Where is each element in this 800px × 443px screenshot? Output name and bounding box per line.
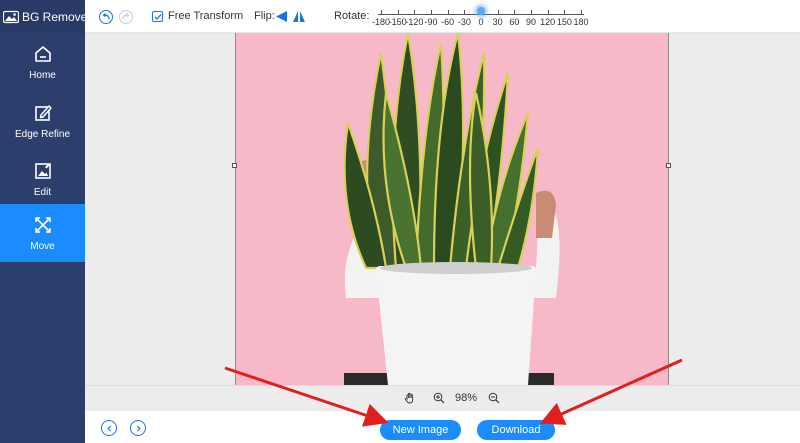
rotate-tick: [581, 10, 582, 14]
rotate-tick-label: 90: [525, 17, 537, 27]
free-transform-label: Free Transform: [168, 10, 244, 22]
rotate-tick-label: 150: [556, 17, 572, 27]
sidebar-item-move[interactable]: Move: [0, 204, 85, 262]
resize-handle-right[interactable]: [666, 163, 671, 168]
canvas-area: [85, 33, 800, 385]
rotate-tick-label: -90: [424, 17, 438, 27]
sidebar-item-label: Move: [30, 240, 55, 252]
sidebar-item-home[interactable]: Home: [0, 33, 85, 91]
rotate-tick: [464, 10, 466, 14]
new-image-button[interactable]: New Image: [380, 420, 461, 440]
rotate-tick-label: 180: [573, 17, 589, 27]
rotate-tick: [414, 10, 416, 14]
flip-vertical-icon[interactable]: [293, 11, 305, 22]
zoom-bar: 98%: [85, 385, 800, 411]
redo-icon: [122, 13, 130, 20]
rotate-label: Rotate:: [334, 10, 370, 22]
rotate-tick-label: 0: [478, 17, 484, 27]
rotate-tick: [564, 10, 566, 14]
move-icon: [34, 216, 51, 233]
rotate-tick: [381, 10, 382, 14]
flip-label: Flip:: [254, 10, 275, 22]
home-icon: [34, 45, 51, 62]
chevron-left-icon: [106, 424, 111, 432]
chevron-right-icon: [136, 424, 141, 432]
rotate-tick-label: -60: [441, 17, 455, 27]
zoom-in-icon[interactable]: [433, 392, 445, 404]
image-edit-icon: [34, 162, 51, 179]
undo-icon: [102, 13, 110, 20]
rotate-tick-label: 30: [492, 17, 503, 27]
undo-button[interactable]: [99, 10, 113, 24]
rotate-tick-label: -120: [405, 17, 424, 27]
zoom-level: 98%: [455, 392, 478, 404]
image-canvas[interactable]: [235, 33, 669, 385]
plant-image: [236, 33, 668, 385]
rotate-tick-label: 120: [540, 17, 556, 27]
app-title: BG Remover: [22, 9, 92, 24]
rotate-tick-label: -180: [371, 17, 391, 27]
rotate-tick-label: -150: [388, 17, 407, 27]
sidebar-item-label: Home: [29, 69, 56, 81]
sidebar-item-label: Edge Refine: [14, 128, 71, 140]
next-button[interactable]: [130, 420, 146, 436]
flip-horizontal-icon[interactable]: [276, 11, 288, 22]
sidebar: BG Remover Home Edge Refine Edit Move: [0, 0, 91, 443]
toolbar: Free Transform Flip: Rotate: -180 -150 -12…: [85, 0, 800, 33]
check-icon: [154, 13, 161, 20]
previous-button[interactable]: [101, 420, 117, 436]
logo-icon: [3, 10, 19, 23]
rotate-tick: [397, 10, 399, 14]
download-button[interactable]: Download: [477, 420, 555, 440]
sidebar-item-edge-refine[interactable]: Edge Refine: [0, 92, 85, 150]
rotate-slider-knob[interactable]: [477, 7, 485, 15]
rotate-tick: [514, 10, 516, 14]
sidebar-item-label: Edit: [33, 186, 52, 198]
edit-pencil-icon: [34, 104, 52, 121]
rotate-tick: [447, 10, 449, 14]
hand-pan-icon[interactable]: [404, 392, 416, 404]
rotate-tick-label: -30: [457, 17, 471, 27]
rotate-slider[interactable]: -180 -150 -120 -90 -60 -30 0 30 60 90 120 150 180: [371, 4, 589, 30]
free-transform-checkbox[interactable]: [152, 11, 163, 22]
brand: BG Remover: [0, 0, 91, 33]
resize-handle-left[interactable]: [232, 163, 237, 168]
rotate-tick: [547, 10, 549, 14]
rotate-tick: [531, 10, 532, 14]
footer: New Image Download: [85, 411, 800, 443]
zoom-out-icon[interactable]: [488, 392, 500, 404]
sidebar-item-edit[interactable]: Edit: [0, 150, 85, 208]
rotate-tick: [431, 10, 432, 14]
redo-button[interactable]: [119, 10, 133, 24]
rotate-tick-label: 60: [509, 17, 520, 27]
rotate-tick: [497, 10, 499, 14]
